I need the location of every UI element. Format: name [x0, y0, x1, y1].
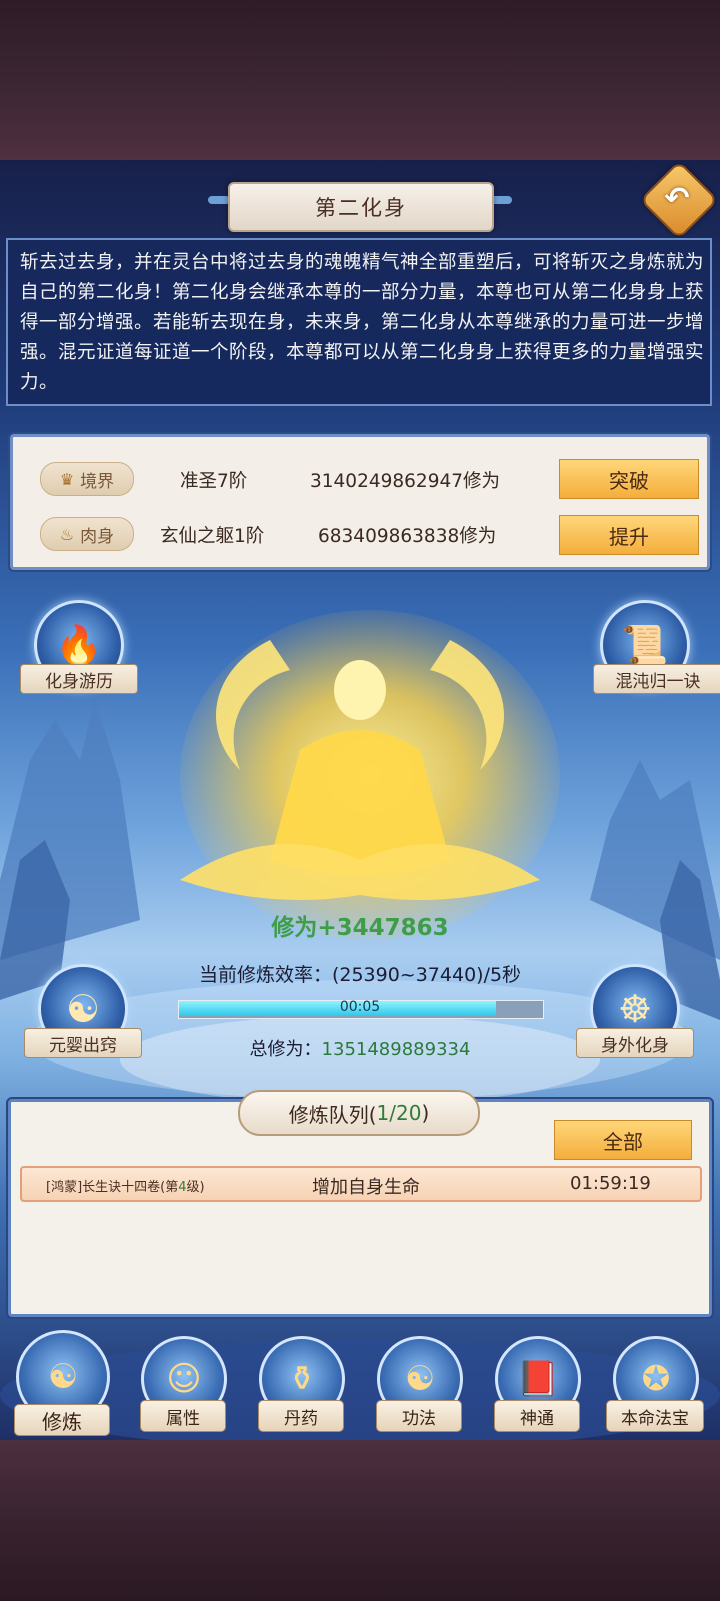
bottom-frame	[0, 1440, 720, 1601]
description-text: 斩去过去身，并在灵台中将过去身的魂魄精气神全部重塑后，可将斩灭之身炼就为自己的第…	[20, 252, 705, 393]
total-cultivation: 总修为：1351489889334	[0, 1035, 720, 1061]
realm-level: 准圣7阶	[180, 471, 248, 492]
crown-icon: ♛	[59, 469, 75, 489]
realm-cultivation: 3140249862947修为	[310, 471, 501, 492]
cultivation-rate: 当前修炼效率：(25390~37440)/5秒	[198, 964, 522, 986]
queue-title: 修炼队列(1/20 )	[238, 1090, 480, 1136]
nav-treasure[interactable]: 本命法宝	[606, 1400, 704, 1432]
body-cultivation: 683409863838修为	[318, 526, 497, 547]
second-avatar-figure	[180, 640, 540, 900]
realm-tag: ♛ 境界	[40, 462, 134, 496]
queue-item-effect: 增加自身生命	[312, 1177, 420, 1198]
back-arrow-icon[interactable]: ↶	[651, 172, 703, 224]
total-label: 总修为：	[249, 1039, 322, 1060]
nav-elixir[interactable]: 丹药	[258, 1400, 344, 1432]
nav-attributes[interactable]: 属性	[140, 1400, 226, 1432]
total-value: 1351489889334	[321, 1039, 471, 1060]
nav-cultivate[interactable]: 修炼	[14, 1404, 110, 1436]
nav-divine[interactable]: 神通	[494, 1400, 580, 1432]
flame-icon: ♨	[59, 524, 75, 544]
cultivation-timer: 00:05	[339, 999, 381, 1015]
travel-button[interactable]: 化身游历	[20, 664, 138, 694]
breakthrough-button[interactable]: 突破	[559, 459, 699, 499]
title-wing-left	[208, 196, 230, 204]
queue-item-name: [鸿蒙]长生诀十四卷(第4级)	[46, 1180, 205, 1195]
cultivation-gain: 修为+3447863	[271, 915, 449, 941]
chaos-art-button[interactable]: 混沌归一诀	[593, 664, 720, 694]
queue-item-time: 01:59:19	[570, 1173, 651, 1194]
queue-item-row[interactable]: [鸿蒙]长生诀十四卷(第4级) 增加自身生命 01:59:19	[20, 1166, 702, 1202]
body-level: 玄仙之躯1阶	[160, 526, 265, 547]
body-tag: ♨ 肉身	[40, 517, 134, 551]
queue-all-button[interactable]: 全部	[554, 1120, 692, 1160]
queue-count: 1/20	[376, 1101, 422, 1125]
top-frame	[0, 0, 720, 160]
upgrade-button[interactable]: 提升	[559, 515, 699, 555]
nav-technique[interactable]: 功法	[376, 1400, 462, 1432]
page-title-plate: 第二化身	[228, 182, 494, 232]
page-title: 第二化身	[315, 196, 407, 220]
